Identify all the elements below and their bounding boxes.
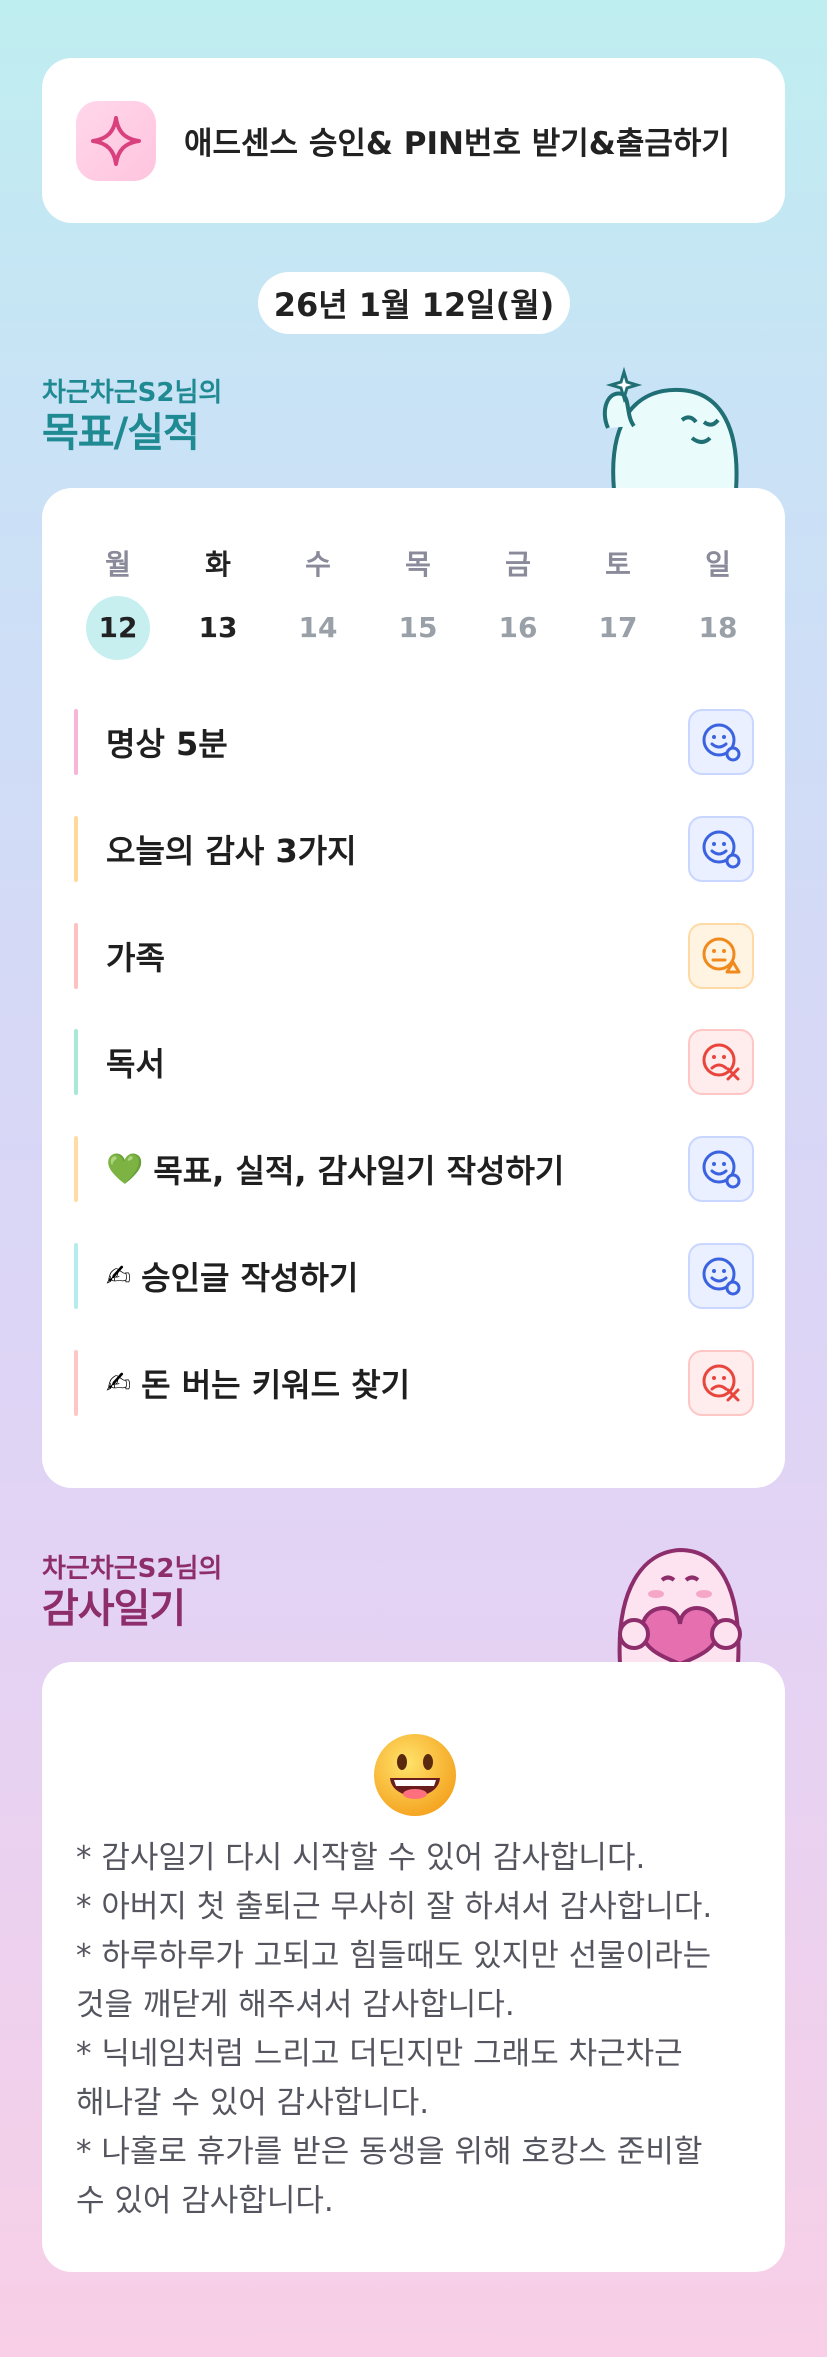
task-row[interactable]: 명상 5분	[74, 708, 754, 776]
grinning-face-icon	[374, 1734, 456, 1816]
task-color-bar	[74, 1350, 78, 1416]
task-color-bar	[74, 816, 78, 882]
weekday-label: 일	[705, 548, 731, 581]
date-pill[interactable]: 26년 1월 12일(월)	[258, 272, 570, 334]
task-color-bar	[74, 1243, 78, 1309]
diary-line: * 나홀로 휴가를 받은 동생을 위해 호캉스 준비할	[76, 2134, 703, 2170]
task-label: 명상 5분	[106, 725, 228, 763]
task-row[interactable]: 💚 목표, 실적, 감사일기 작성하기	[74, 1135, 754, 1203]
day-cell[interactable]: 14	[278, 596, 358, 660]
task-label: 가족	[106, 939, 165, 977]
weekday-label: 금	[505, 548, 531, 581]
day-cell[interactable]: 13	[178, 596, 258, 660]
meh-warning-icon[interactable]	[688, 923, 754, 989]
day-cell[interactable]: 16	[478, 596, 558, 660]
diary-card: * 감사일기 다시 시작할 수 있어 감사합니다. * 아버지 첫 출퇴근 무사…	[42, 1662, 785, 2272]
task-row[interactable]: ✍ 승인글 작성하기	[74, 1242, 754, 1310]
task-row[interactable]: 가족	[74, 922, 754, 990]
task-color-bar	[74, 923, 78, 989]
weekday-label: 목	[405, 548, 431, 581]
banner-title: 애드센스 승인& PIN번호 받기&출금하기	[184, 126, 730, 162]
ghost-mascot-icon	[602, 366, 739, 490]
diary-line: * 감사일기 다시 시작할 수 있어 감사합니다.	[76, 1840, 646, 1876]
diary-line: 수 있어 감사합니다.	[76, 2183, 334, 2219]
smile-check-icon[interactable]	[688, 816, 754, 882]
diary-line: * 닉네임처럼 느리고 더딘지만 그래도 차근차근	[76, 2036, 683, 2072]
sad-x-icon[interactable]	[688, 1029, 754, 1095]
task-label: 오늘의 감사 3가지	[106, 832, 357, 870]
smile-check-icon[interactable]	[688, 1243, 754, 1309]
day-cell-selected[interactable]: 12	[86, 596, 150, 660]
weekday-label: 토	[605, 548, 631, 581]
weekday-label: 화	[205, 548, 231, 581]
diary-line: 것을 깨닫게 해주셔서 감사합니다.	[76, 1987, 515, 2023]
day-row: 12 13 14 15 16 17 18	[78, 596, 758, 660]
weekday-label: 월	[105, 548, 131, 581]
task-label: 돈 버는 키워드 찾기	[141, 1366, 411, 1404]
goal-banner[interactable]: 애드센스 승인& PIN번호 받기&출금하기	[42, 58, 785, 223]
goals-card: 월 화 수 목 금 토 일 12 13 14 15 16 17 18 명상 5분…	[42, 488, 785, 1488]
task-color-bar	[74, 709, 78, 775]
task-emoji: ✍	[106, 1258, 132, 1294]
heart-mascot-icon	[617, 1547, 742, 1664]
day-cell[interactable]: 18	[678, 596, 758, 660]
task-label: 승인글 작성하기	[141, 1259, 359, 1297]
task-row[interactable]: 오늘의 감사 3가지	[74, 815, 754, 883]
sparkle-icon	[76, 100, 156, 181]
task-label: 독서	[106, 1045, 165, 1083]
day-cell[interactable]: 17	[578, 596, 658, 660]
diary-line: 해나갈 수 있어 감사합니다.	[76, 2085, 430, 2121]
task-row[interactable]: ✍ 돈 버는 키워드 찾기	[74, 1349, 754, 1417]
smile-check-icon[interactable]	[688, 709, 754, 775]
task-label: 목표, 실적, 감사일기 작성하기	[153, 1152, 565, 1190]
task-row[interactable]: 독서	[74, 1028, 754, 1096]
task-emoji: ✍	[106, 1365, 132, 1401]
task-emoji: 💚	[106, 1151, 144, 1187]
diary-title: 감사일기	[42, 1586, 186, 1632]
diary-line: * 하루하루가 고되고 힘들때도 있지만 선물이라는	[76, 1938, 712, 1974]
weekday-row: 월 화 수 목 금 토 일	[78, 543, 758, 583]
task-color-bar	[74, 1029, 78, 1095]
task-color-bar	[74, 1136, 78, 1202]
day-cell[interactable]: 15	[378, 596, 458, 660]
smile-check-icon[interactable]	[688, 1136, 754, 1202]
weekday-label: 수	[305, 548, 331, 581]
diary-text: * 감사일기 다시 시작할 수 있어 감사합니다. * 아버지 첫 출퇴근 무사…	[76, 1834, 766, 2226]
sad-x-icon[interactable]	[688, 1350, 754, 1416]
diary-line: * 아버지 첫 출퇴근 무사히 잘 하셔서 감사합니다.	[76, 1889, 713, 1925]
goals-title: 목표/실적	[42, 410, 200, 456]
